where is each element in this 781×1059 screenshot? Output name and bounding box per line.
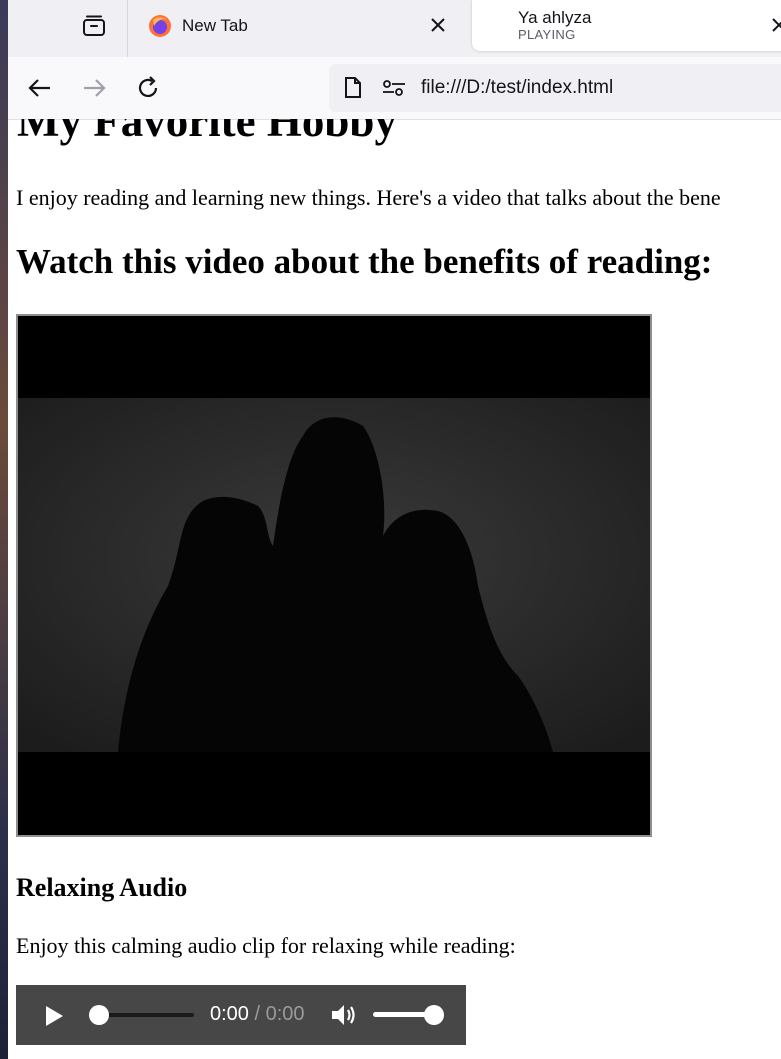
reload-icon — [138, 76, 158, 97]
reload-button[interactable] — [134, 74, 162, 102]
seek-bar[interactable] — [96, 1013, 194, 1017]
tab-label: Ya ahlyza — [518, 7, 592, 27]
time-display: 0:00 / 0:00 — [210, 1003, 305, 1026]
close-tab-icon[interactable] — [427, 14, 449, 36]
current-time: 0:00 — [210, 1003, 249, 1025]
page-icon — [345, 77, 361, 98]
forward-arrow-icon — [84, 79, 106, 97]
volume-slider[interactable] — [373, 1012, 429, 1017]
play-icon[interactable] — [43, 1004, 65, 1028]
address-bar[interactable]: file:///D:/test/index.html — [329, 64, 781, 112]
duration: / 0:00 — [254, 1003, 305, 1025]
back-button[interactable] — [26, 74, 54, 102]
url-text[interactable]: file:///D:/test/index.html — [421, 77, 613, 99]
close-tab-icon[interactable] — [768, 14, 781, 36]
forward-button[interactable] — [80, 74, 108, 102]
tab-overview-button[interactable] — [78, 12, 110, 40]
audio-heading: Relaxing Audio — [16, 873, 188, 902]
tab-playing[interactable]: Ya ahlyza PLAYING — [472, 0, 781, 51]
intro-paragraph: I enjoy reading and learning new things.… — [16, 185, 721, 210]
permissions-icon[interactable] — [381, 77, 407, 99]
seek-handle[interactable] — [89, 1005, 109, 1025]
page-title: My Favorite Hobby — [17, 119, 397, 146]
desktop-edge — [0, 0, 8, 1059]
tab-playing-status: PLAYING — [518, 26, 576, 42]
volume-handle[interactable] — [424, 1005, 444, 1025]
tab-new-tab[interactable]: New Tab — [128, 0, 463, 52]
firefox-icon — [149, 15, 171, 37]
video-player[interactable] — [16, 314, 652, 837]
video-frame — [18, 398, 650, 752]
video-heading: Watch this video about the benefits of r… — [16, 242, 713, 281]
audio-player[interactable]: 0:00 / 0:00 — [16, 985, 466, 1045]
tab-overview-icon — [83, 15, 105, 36]
audio-description: Enjoy this calming audio clip for relaxi… — [16, 933, 516, 958]
navigation-bar: file:///D:/test/index.html — [0, 57, 781, 120]
tab-label: New Tab — [182, 16, 248, 35]
tab-strip: New Tab Ya ahlyza PLAYING — [0, 0, 781, 57]
back-arrow-icon — [28, 79, 50, 97]
volume-icon[interactable] — [330, 1003, 358, 1027]
page-content: My Favorite Hobby I enjoy reading and le… — [0, 119, 781, 1059]
